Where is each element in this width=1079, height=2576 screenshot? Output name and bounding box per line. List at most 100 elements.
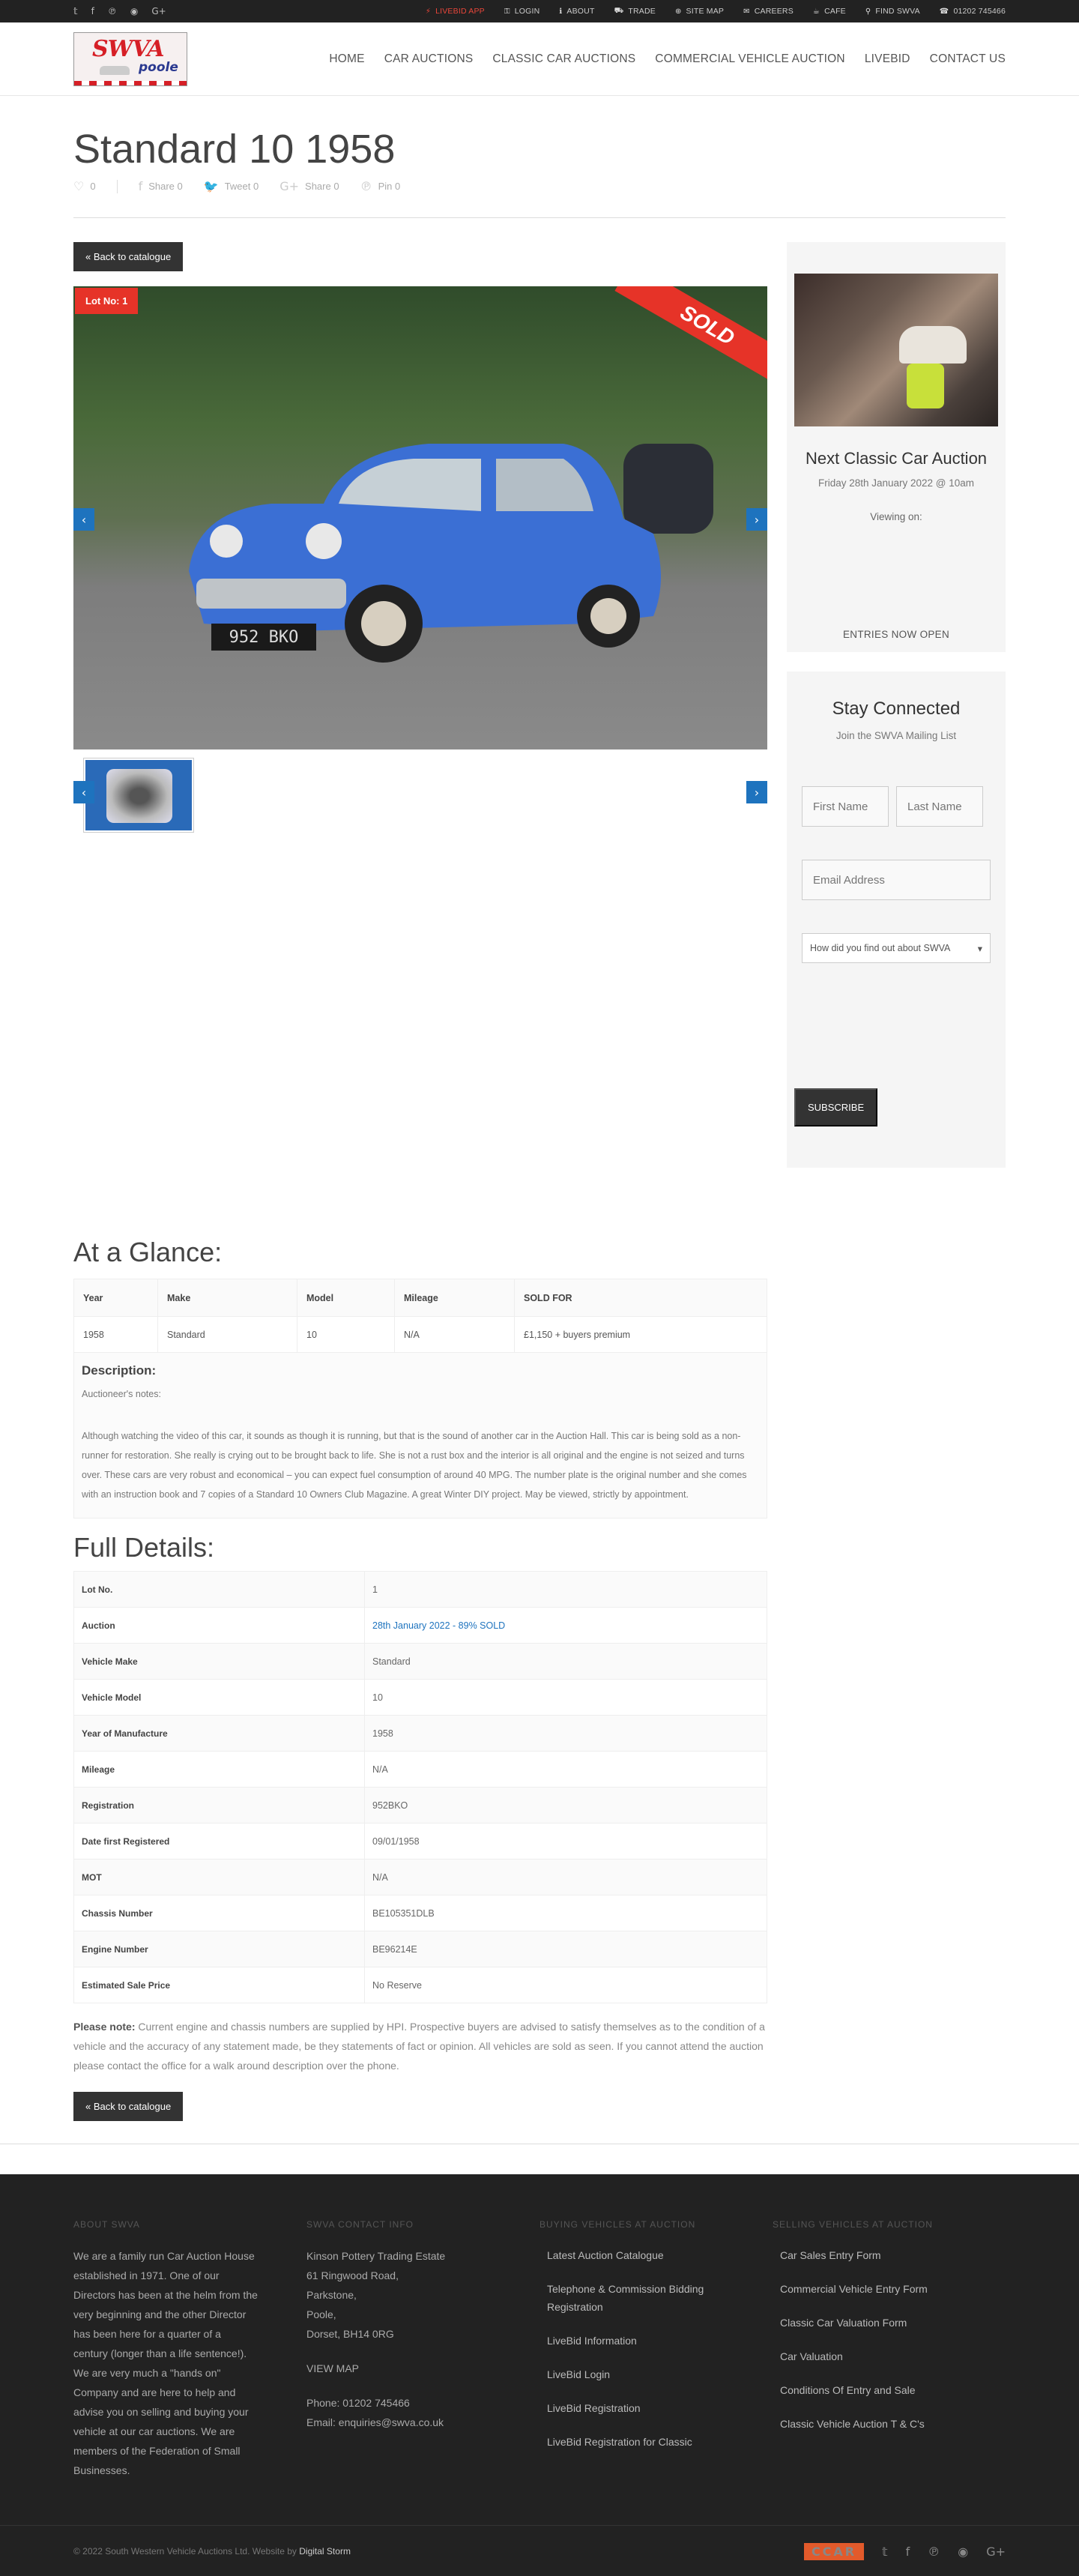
first-name-field[interactable] (802, 786, 889, 827)
nav-classic-car-auctions[interactable]: CLASSIC CAR AUCTIONS (492, 52, 635, 66)
top-link-site-map[interactable]: ⊕ SITE MAP (675, 7, 724, 16)
twitter-share-button[interactable]: 🐦 Tweet 0 (204, 179, 259, 193)
top-link-careers[interactable]: ✉ CAREERS (743, 7, 794, 16)
top-link-find-swva[interactable]: ⚲ FIND SWVA (865, 7, 920, 16)
referral-select[interactable]: How did you find out about SWVA ▾ (802, 933, 991, 964)
rss-icon[interactable]: ◉ (130, 6, 138, 16)
description-text: Although watching the video of this car,… (82, 1431, 747, 1500)
title-area: Standard 10 1958 ♡ 0 f Share 0 🐦 Tweet 0 G+… (73, 96, 1006, 219)
pinterest-share-button[interactable]: ℗ Pin 0 (360, 179, 401, 193)
full-details-title: Full Details: (73, 1532, 215, 1563)
map-pin-icon: ⚲ (865, 7, 871, 16)
footer-link[interactable]: Car Sales Entry Form (773, 2246, 967, 2264)
next-auction-title: Next Classic Car Auction (805, 449, 988, 468)
sidebar: Next Classic Car Auction Friday 28th Jan… (787, 242, 1006, 1168)
sitemap-icon: ⊕ (674, 7, 682, 16)
credit-link[interactable]: Digital Storm (299, 2546, 351, 2557)
table-row: Lot No. 1 (73, 1571, 767, 1608)
nav-home[interactable]: HOME (329, 52, 364, 66)
plate-text: 952 BKO (229, 628, 299, 647)
table-row: MOT N/A (73, 1859, 767, 1896)
nav-livebid[interactable]: LIVEBID (865, 52, 910, 66)
auction-link[interactable]: 28th January 2022 - 89% SOLD (364, 1607, 767, 1644)
twitter-icon[interactable]: 𝕥 (73, 6, 78, 16)
table-row: Registration 952BKO (73, 1787, 767, 1824)
top-link-login[interactable]: ⚿ LOGIN (504, 7, 540, 16)
at-a-glance-section: At a Glance: Year Make Model Mileage SOL… (73, 1237, 767, 2122)
site-logo[interactable]: SWVA poole (73, 32, 187, 86)
table-row: Date first Registered 09/01/1958 (73, 1823, 767, 1860)
footer-email[interactable]: Email: enquiries@swva.co.uk (306, 2413, 540, 2432)
page-title: Standard 10 1958 (73, 127, 396, 172)
site-header: SWVA poole HOME CAR AUCTIONS CLASSIC CAR… (0, 22, 1079, 96)
gallery-next-button[interactable]: › (746, 508, 767, 531)
top-link-about[interactable]: ℹ ABOUT (559, 7, 594, 16)
gallery-prev-button[interactable]: ‹ (73, 508, 94, 531)
google-plus-icon[interactable]: G+ (151, 6, 166, 16)
ccar-badge[interactable]: CCAR (803, 2542, 865, 2560)
back-to-catalogue-button-bottom[interactable]: « Back to catalogue (73, 2092, 184, 2122)
lot-number-badge: Lot No: 1 (75, 288, 139, 315)
thumbs-prev-button[interactable]: ‹ (73, 781, 94, 804)
viewing-label: Viewing on: (870, 511, 922, 523)
thumbs-next-button[interactable]: › (746, 781, 767, 804)
chevron-right-icon: › (754, 512, 760, 527)
footer-link[interactable]: Commercial Vehicle Entry Form (773, 2280, 967, 2298)
google-plus-icon[interactable]: G+ (986, 2545, 1006, 2559)
footer-link[interactable]: Car Valuation (773, 2347, 967, 2365)
pinterest-icon[interactable]: ℗ (928, 2545, 940, 2559)
stay-connected-title: Stay Connected (832, 699, 961, 720)
footer-link[interactable]: LiveBid Information (540, 2332, 734, 2350)
top-link-phone[interactable]: ☎ 01202 745466 (940, 7, 1006, 16)
footer-link[interactable]: Telephone & Commission Bidding Registrat… (540, 2280, 734, 2316)
facebook-icon[interactable]: f (906, 2545, 910, 2559)
please-note-paragraph: Please note: Current engine and chassis … (73, 2021, 765, 2072)
description-title: Description: (82, 1363, 157, 1378)
google-plus-share-button[interactable]: G+ Share 0 (279, 179, 339, 193)
footer-social-links: CCAR 𝕥 f ℗ ◉ G+ (803, 2542, 1006, 2560)
main-nav: HOME CAR AUCTIONS CLASSIC CAR AUCTIONS C… (329, 52, 1006, 66)
footer-about: ABOUT SWVA We are a family run Car Aucti… (73, 2219, 306, 2480)
thumbnail-image[interactable] (84, 758, 193, 833)
footer-buying: BUYING VEHICLES AT AUCTION Latest Auctio… (540, 2219, 773, 2480)
top-link-livebid-app[interactable]: ⚡ LIVEBID APP (426, 7, 485, 16)
top-link-cafe[interactable]: ☕ CAFE (813, 7, 846, 16)
rss-icon[interactable]: ◉ (958, 2545, 968, 2559)
nav-commercial-vehicle-auction[interactable]: COMMERCIAL VEHICLE AUCTION (655, 52, 845, 66)
last-name-field[interactable] (896, 786, 983, 827)
twitter-icon: 🐦 (203, 179, 219, 194)
like-button[interactable]: ♡ 0 (73, 179, 96, 193)
auction-hall-image (794, 274, 998, 427)
footer-link[interactable]: LiveBid Registration (540, 2399, 734, 2417)
footer-link[interactable]: LiveBid Registration for Classic (540, 2433, 734, 2451)
pinterest-icon[interactable]: ℗ (108, 6, 117, 16)
details-table: Lot No. 1 Auction 28th January 2022 - 89% … (73, 1571, 767, 2004)
footer-link[interactable]: Latest Auction Catalogue (540, 2246, 734, 2264)
chevron-left-icon: ‹ (81, 785, 87, 800)
nav-contact-us[interactable]: CONTACT US (930, 52, 1006, 66)
footer-link[interactable]: Classic Vehicle Auction T & C's (773, 2415, 967, 2433)
top-social-links: 𝕥 f ℗ ◉ G+ (73, 6, 166, 16)
subscribe-button[interactable]: SUBSCRIBE (794, 1088, 878, 1127)
facebook-icon: f (138, 179, 143, 194)
email-field[interactable] (802, 860, 991, 901)
copyright: © 2022 South Western Vehicle Auctions Lt… (73, 2546, 351, 2557)
footer-link[interactable]: Classic Car Valuation Form (773, 2314, 967, 2332)
twitter-icon[interactable]: 𝕥 (882, 2545, 887, 2559)
nav-car-auctions[interactable]: CAR AUCTIONS (384, 52, 474, 66)
facebook-icon[interactable]: f (91, 6, 94, 16)
table-row: Mileage N/A (73, 1751, 767, 1788)
chevron-left-icon: ‹ (81, 512, 87, 527)
footer-link[interactable]: Conditions Of Entry and Sale (773, 2381, 967, 2399)
table-row: Engine Number BE96214E (73, 1931, 767, 1968)
back-to-catalogue-button[interactable]: « Back to catalogue (73, 242, 184, 272)
top-link-trade[interactable]: ⛟ TRADE (614, 7, 656, 16)
facebook-share-button[interactable]: f Share 0 (139, 179, 183, 193)
table-row: 1958 Standard 10 N/A £1,150 + buyers pre… (73, 1316, 767, 1354)
footer-phone[interactable]: Phone: 01202 745466 (306, 2393, 540, 2413)
footer-link[interactable]: LiveBid Login (540, 2365, 734, 2383)
view-map-link[interactable]: VIEW MAP (306, 2359, 540, 2378)
table-row: Chassis Number BE105351DLB (73, 1895, 767, 1932)
address: Kinson Pottery Trading Estate 61 Ringwoo… (306, 2246, 540, 2432)
table-row: Year of Manufacture 1958 (73, 1715, 767, 1752)
